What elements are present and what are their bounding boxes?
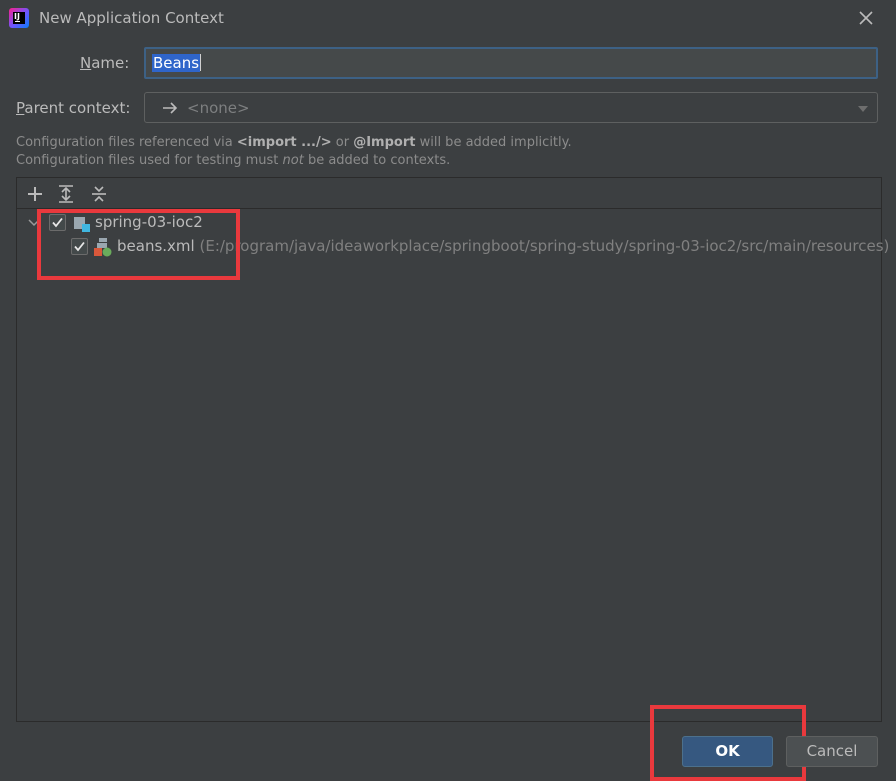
hint-text: or: [331, 135, 354, 150]
add-button[interactable]: [24, 183, 46, 205]
arrow-right-icon: [163, 102, 178, 114]
parent-context-value: <none>: [187, 99, 250, 117]
expand-all-icon: [59, 185, 73, 203]
collapse-all-button[interactable]: [88, 183, 110, 205]
add-icon: [28, 187, 42, 201]
parent-context-select[interactable]: <none>: [144, 92, 878, 123]
hint-import-tag: <import .../>: [236, 135, 332, 150]
close-button[interactable]: [854, 6, 878, 30]
text-caret: [200, 54, 202, 71]
dialog-title: New Application Context: [39, 9, 224, 27]
hint-testing-line: Configuration files used for testing mus…: [16, 153, 450, 168]
close-icon: [859, 11, 873, 25]
hint-text: be added to contexts.: [303, 153, 451, 168]
hint-import-line: Configuration files referenced via <impo…: [16, 135, 572, 150]
chevron-down-icon: [858, 106, 868, 112]
name-input[interactable]: Beans: [144, 47, 878, 79]
hint-emphasis: not: [282, 153, 304, 168]
name-input-value: Beans: [152, 54, 201, 72]
hint-import-annotation: @Import: [353, 135, 416, 150]
intellij-idea-icon: IJ: [9, 8, 29, 28]
hint-text: will be added implicitly.: [415, 135, 572, 150]
dialog-title-bar: IJ New Application Context: [0, 0, 896, 38]
hint-text: Configuration files used for testing mus…: [16, 153, 283, 168]
parent-context-label: Parent context:: [16, 99, 131, 117]
cancel-button[interactable]: Cancel: [786, 736, 878, 767]
name-label: Name:: [80, 54, 130, 72]
file-path: (E:/program/java/ideaworkplace/springboo…: [199, 237, 890, 255]
expand-all-button[interactable]: [55, 183, 77, 205]
ok-button[interactable]: OK: [682, 736, 773, 767]
collapse-all-icon: [92, 186, 106, 202]
highlight-box-tree: [37, 209, 240, 280]
hint-text: Configuration files referenced via: [16, 135, 237, 150]
